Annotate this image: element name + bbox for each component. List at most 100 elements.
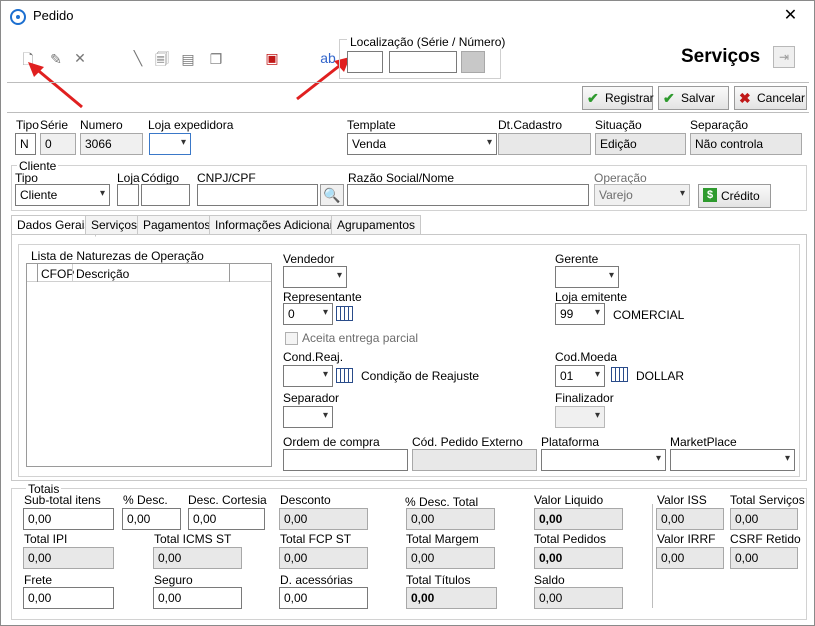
preview-icon[interactable]: 🗐 <box>153 50 171 68</box>
exit-icon[interactable]: ⇥ <box>773 46 795 68</box>
total-icms-st-label: Total ICMS ST <box>154 532 232 546</box>
loja-emitente-select[interactable]: 99 ▾ <box>555 303 605 325</box>
total-pedidos-input: 0,00 <box>534 547 623 569</box>
cliente-tipo-label: Tipo <box>15 171 38 185</box>
cliente-loja-input[interactable] <box>117 184 139 206</box>
vendedor-select[interactable]: ▾ <box>283 266 347 288</box>
cod-moeda-select[interactable]: 01 ▾ <box>555 365 605 387</box>
chevron-down-icon: ▾ <box>322 307 328 318</box>
cnpj-label: CNPJ/CPF <box>197 171 256 185</box>
ordem-compra-input[interactable] <box>283 449 408 471</box>
total-servicos-label: Total Serviços <box>730 493 805 507</box>
localizacao-numero-input[interactable] <box>389 51 457 73</box>
salvar-button[interactable]: ✔ Salvar <box>658 86 729 110</box>
situacao-input: Edição <box>595 133 686 155</box>
tab-informacoes-adicionais[interactable]: Informações Adicionais <box>209 215 345 235</box>
calendar-icon[interactable] <box>336 306 353 321</box>
search-icon[interactable]: 🔍 <box>320 184 344 206</box>
total-titulos-label: Total Títulos <box>406 573 471 587</box>
gerente-label: Gerente <box>555 252 599 266</box>
total-titulos-input: 0,00 <box>406 587 497 609</box>
cod-moeda-desc: DOLLAR <box>636 369 685 383</box>
vendedor-label: Vendedor <box>283 252 335 266</box>
chevron-down-icon: ▾ <box>594 369 600 380</box>
chevron-down-icon: ▾ <box>99 188 105 199</box>
chevron-down-icon: ▾ <box>594 410 600 421</box>
cancel-icon: ✖ <box>739 90 751 106</box>
representante-select[interactable]: 0 ▾ <box>283 303 333 325</box>
pct-desc-input[interactable]: 0,00 <box>122 508 181 530</box>
cond-reaj-desc: Condição de Reajuste <box>361 369 480 383</box>
tab-agrupamentos[interactable]: Agrupamentos <box>331 215 422 235</box>
plataforma-select[interactable]: ▾ <box>541 449 666 471</box>
chevron-down-icon: ▾ <box>336 270 342 281</box>
cliente-codigo-label: Código <box>141 171 180 185</box>
saldo-input: 0,00 <box>534 587 623 609</box>
serie-label: Série <box>40 118 69 132</box>
pct-desc-label: % Desc. <box>123 493 168 507</box>
tipo-input[interactable]: N <box>15 133 36 155</box>
loja-expedidora-label: Loja expedidora <box>148 118 234 132</box>
column-cfop[interactable]: CFOP <box>41 267 74 281</box>
cliente-tipo-select[interactable]: Cliente ▾ <box>15 184 110 206</box>
saldo-label: Saldo <box>534 573 565 587</box>
subtotal-itens-input[interactable]: 0,00 <box>23 508 114 530</box>
print-icon[interactable]: ▤ <box>179 50 197 68</box>
template-select[interactable]: Venda ▾ <box>347 133 497 155</box>
valor-irrf-label: Valor IRRF <box>657 532 716 546</box>
column-descricao[interactable]: Descrição <box>76 267 129 281</box>
cond-reaj-select[interactable]: ▾ <box>283 365 333 387</box>
dollar-icon: $ <box>703 188 717 202</box>
column-divider <box>37 264 38 282</box>
total-fcp-st-input: 0,00 <box>279 547 368 569</box>
gerente-select[interactable]: ▾ <box>555 266 619 288</box>
dt-cadastro-label: Dt.Cadastro <box>498 118 563 132</box>
total-ipi-label: Total IPI <box>24 532 68 546</box>
separador-select[interactable]: ▾ <box>283 406 333 428</box>
localizacao-search-button[interactable] <box>461 51 485 73</box>
export-icon[interactable]: ▣ <box>263 49 281 67</box>
servicos-title: Serviços <box>681 46 761 67</box>
cliente-codigo-input[interactable] <box>141 184 190 206</box>
chevron-down-icon: ▾ <box>784 453 790 464</box>
separador-label: Separador <box>283 391 340 405</box>
total-fcp-st-label: Total FCP ST <box>280 532 352 546</box>
marketplace-select[interactable]: ▾ <box>670 449 795 471</box>
cnpj-input[interactable] <box>197 184 318 206</box>
razao-social-input[interactable] <box>347 184 589 206</box>
copy-icon[interactable]: ❐ <box>207 50 225 68</box>
loja-emitente-desc: COMERCIAL <box>613 308 685 322</box>
column-divider <box>229 264 230 282</box>
frete-input[interactable]: 0,00 <box>23 587 114 609</box>
registrar-button[interactable]: ✔ Registrar <box>582 86 654 110</box>
localizacao-serie-input[interactable] <box>347 51 383 73</box>
template-label: Template <box>347 118 396 132</box>
loja-expedidora-select[interactable]: ▾ <box>149 133 191 155</box>
aceita-entrega-checkbox[interactable] <box>285 332 298 345</box>
serie-input: 0 <box>40 133 76 155</box>
cancelar-button[interactable]: ✖ Cancelar <box>734 86 807 110</box>
valor-liquido-input: 0,00 <box>534 508 623 530</box>
calendar-icon[interactable] <box>611 367 628 382</box>
dt-cadastro-input <box>498 133 591 155</box>
total-margem-label: Total Margem <box>406 532 479 546</box>
ordem-compra-label: Ordem de compra <box>283 435 380 449</box>
desc-cortesia-input[interactable]: 0,00 <box>188 508 265 530</box>
pct-desc-total-label: % Desc. Total <box>405 495 479 509</box>
naturezas-list[interactable]: CFOP Descrição <box>26 263 272 467</box>
pedido-window: Pedido ✕ 🗋 ✎ ✕ ╲ 🗐 ▤ ❐ ▣ ab Localização … <box>0 0 815 626</box>
pen-icon[interactable]: ╲ <box>129 49 147 67</box>
app-icon <box>10 9 26 25</box>
d-acessorias-input[interactable]: 0,00 <box>279 587 368 609</box>
close-button[interactable]: ✕ <box>767 1 814 31</box>
credito-button[interactable]: $ Crédito <box>698 184 771 208</box>
annotation-arrow-left-icon <box>28 62 83 109</box>
cond-reaj-label: Cond.Reaj. <box>283 350 344 364</box>
tab-servicos[interactable]: Serviços <box>85 215 144 235</box>
finalizador-label: Finalizador <box>555 391 614 405</box>
razao-social-label: Razão Social/Nome <box>348 171 455 185</box>
tab-pagamentos[interactable]: Pagamentos <box>137 215 217 235</box>
valor-iss-input: 0,00 <box>656 508 724 530</box>
seguro-input[interactable]: 0,00 <box>153 587 242 609</box>
calendar-icon[interactable] <box>336 368 353 383</box>
